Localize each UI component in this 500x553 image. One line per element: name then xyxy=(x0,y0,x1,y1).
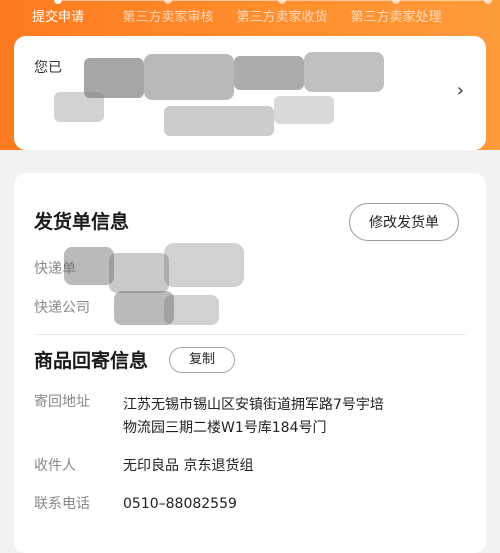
shipment-title: 发货单信息 xyxy=(34,211,130,233)
notice-card[interactable]: 您已 › xyxy=(14,36,486,150)
step-final xyxy=(478,0,498,40)
step-seller-process: 第三方卖家处理 xyxy=(348,0,444,40)
phone-value: 0510–88082559 xyxy=(123,496,237,512)
address-label: 寄回地址 xyxy=(34,394,90,410)
step-seller-receive: 第三方卖家收货 xyxy=(234,0,330,40)
address-line1: 江苏无锡市锡山区安镇街道拥军路7号宇培 xyxy=(123,397,384,413)
step-dot xyxy=(164,0,172,4)
step-dot xyxy=(392,0,400,4)
phone-label: 联系电话 xyxy=(34,496,90,512)
step-dot xyxy=(54,0,62,4)
modify-shipment-button[interactable]: 修改发货单 xyxy=(349,203,459,241)
step-label: 第三方卖家处理 xyxy=(350,10,442,25)
step-dot xyxy=(278,0,286,4)
divider xyxy=(34,334,466,335)
address-line2: 物流园三期二楼W1号库184号门 xyxy=(123,420,327,436)
step-seller-review: 第三方卖家审核 xyxy=(120,0,216,40)
recipient-value: 无印良品 京东退货组 xyxy=(123,458,254,474)
return-info-title: 商品回寄信息 xyxy=(34,350,149,372)
address-value: 江苏无锡市锡山区安镇街道拥军路7号宇培 物流园三期二楼W1号库184号门 xyxy=(123,394,413,440)
progress-steps: 提交申请 第三方卖家审核 第三方卖家收货 第三方卖家处理 xyxy=(0,0,500,40)
chevron-right-icon[interactable]: › xyxy=(457,80,464,101)
copy-button[interactable]: 复制 xyxy=(169,347,235,373)
redaction-scribble xyxy=(114,291,219,325)
step-dot xyxy=(484,0,492,4)
redaction-scribble xyxy=(54,52,384,136)
recipient-label: 收件人 xyxy=(34,458,76,474)
main-card: 发货单信息 修改发货单 快递单 快递公司 商品回寄信息 复制 寄回地址 江苏无锡… xyxy=(14,173,486,553)
step-label: 提交申请 xyxy=(31,10,84,25)
step-label: 第三方卖家收货 xyxy=(236,10,328,25)
step-submit: 提交申请 xyxy=(26,0,90,40)
step-label: 第三方卖家审核 xyxy=(122,10,214,25)
company-label: 快递公司 xyxy=(34,300,90,316)
